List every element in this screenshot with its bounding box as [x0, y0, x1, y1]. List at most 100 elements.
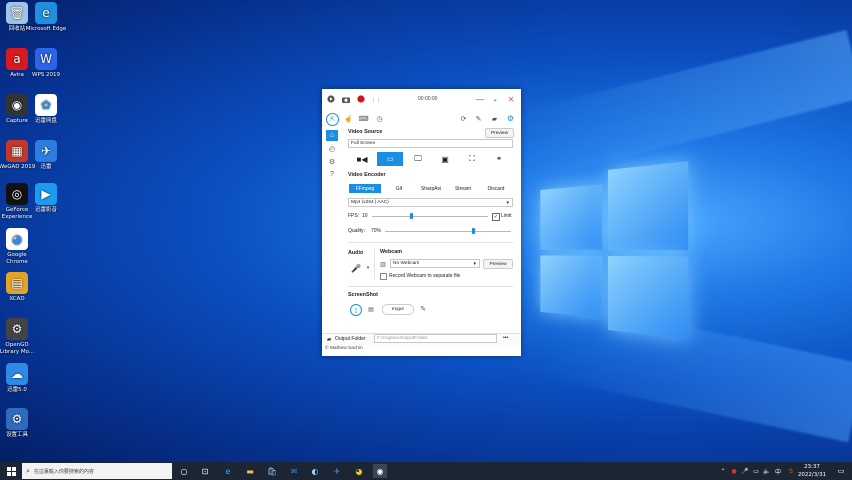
edge-taskbar-icon[interactable]: e — [221, 464, 235, 478]
timer-icon[interactable]: ◷ — [374, 113, 385, 124]
source-monitor-button[interactable]: 🖵 — [405, 152, 431, 166]
divider — [348, 286, 513, 287]
video-source-preview-button[interactable]: Preview — [485, 128, 514, 138]
quality-slider-thumb[interactable] — [472, 228, 475, 234]
tab-ffmpeg[interactable]: FFmpeg — [349, 184, 381, 193]
separate-file-label: Record Webcam to separate file — [389, 273, 460, 279]
tab-sharpavi[interactable]: SharpAvi — [416, 184, 446, 193]
history-icon[interactable]: ◴ — [326, 143, 338, 154]
desktop-icon[interactable]: ◕ Google Chrome — [0, 228, 38, 266]
source-webcam-button[interactable]: ■◀ — [349, 152, 375, 166]
folder-icon[interactable]: ▰ — [489, 113, 500, 124]
fps-label: FPS: — [348, 213, 359, 219]
refresh-icon[interactable]: ⟳ — [458, 113, 469, 124]
tab-discard[interactable]: Discard — [481, 184, 511, 193]
desktop-icon[interactable]: ✿ 迅雷网盘 — [25, 94, 67, 125]
output-folder-path[interactable]: F:\CaptureOutputFolder — [374, 334, 497, 343]
task-view-icon[interactable]: ○ — [177, 464, 191, 478]
desktop-icon-label: 迅雷影音 — [25, 207, 67, 214]
desktop-icon-label: XCAD — [0, 296, 38, 303]
imgur-button[interactable]: Imgur — [382, 304, 414, 315]
desktop-icon-label: WPS 2019 — [25, 72, 67, 79]
fps-slider[interactable] — [372, 216, 488, 217]
desktop-icon-label: 设置工具 — [0, 432, 38, 439]
mouse-pointer-icon[interactable]: ⇱ — [326, 113, 339, 126]
taskbar-search-box[interactable]: ⌕ 在這裏輸入你要搜索的內容 — [22, 463, 172, 479]
hand-icon[interactable]: ☝ — [343, 113, 354, 124]
ime-indicator[interactable]: 中 — [771, 464, 785, 478]
notification-icon[interactable]: ▭ — [834, 464, 848, 478]
webcam-title: Webcam — [380, 249, 402, 255]
start-windows-icon[interactable] — [4, 464, 18, 478]
store-icon[interactable]: 🛍 — [265, 464, 279, 478]
minimize-icon[interactable]: — — [475, 94, 485, 104]
capture-taskbar-icon[interactable]: ◉ — [373, 464, 387, 478]
video-source-field[interactable]: Full Screen — [348, 139, 513, 148]
webcam-preview-button[interactable]: Preview — [483, 259, 513, 269]
home-icon[interactable]: ⌂ — [326, 130, 338, 141]
chrome-icon: ◕ — [6, 228, 28, 250]
settings-icon[interactable]: ⚙ — [505, 113, 516, 124]
fps-slider-thumb[interactable] — [410, 213, 413, 219]
fps-value: 10 — [362, 213, 368, 219]
library-icon: ⚙ — [6, 318, 28, 340]
clock[interactable]: 23:37 2022/3/31 — [795, 463, 829, 479]
title-bar[interactable]: ❘❘ 00:00:00 — ⌄ ✕ — [322, 89, 521, 109]
microphone-icon[interactable]: 🎤 — [350, 262, 362, 274]
camera-icon[interactable] — [341, 94, 351, 104]
chrome-taskbar-icon[interactable]: ◕ — [352, 464, 366, 478]
desktop-icon[interactable]: W WPS 2019 — [25, 48, 67, 79]
clock-date: 2022/3/31 — [795, 471, 829, 479]
tab-stream[interactable]: Stream — [448, 184, 478, 193]
pause-icon[interactable]: ❘❘ — [371, 94, 381, 104]
source-window-button[interactable]: ▣ — [432, 152, 458, 166]
codec-select[interactable]: Mp4 (x264 | AAC) ▾ — [348, 198, 513, 207]
capture-window[interactable]: ❘❘ 00:00:00 — ⌄ ✕ ⇱ ☝ ⌨ ◷ ⟳ ✎ ▰ ⚙ ⌂ ◴ ⚙ … — [322, 89, 521, 356]
audio-title: Audio — [348, 250, 363, 256]
webcam-select[interactable]: No Webcam ▾ — [390, 259, 480, 268]
desktop-icon-label: Microsoft Edge — [25, 26, 67, 33]
desktop-icon[interactable]: ⚙ 设置工具 — [0, 408, 38, 439]
source-device-button[interactable]: ⚭ — [486, 152, 512, 166]
light-beam — [517, 30, 852, 180]
mail-icon[interactable]: ✉ — [287, 464, 301, 478]
settings-tool-icon: ⚙ — [6, 408, 28, 430]
file-explorer-icon[interactable]: ▬ — [243, 464, 257, 478]
output-folder-icon[interactable]: ▰ — [325, 335, 333, 343]
desktop-icon[interactable]: ⚙ OpenGD Library Mo... — [0, 318, 38, 356]
output-more-button[interactable]: ••• — [503, 335, 508, 341]
desktop-icon[interactable]: ▤ XCAD — [0, 272, 38, 303]
audio-divider — [374, 249, 375, 279]
desktop-icon[interactable]: ☁ 迅雷5.0 — [0, 363, 38, 394]
help-icon[interactable]: ? — [326, 169, 338, 180]
desktop-icon-label: 迅雷 — [25, 164, 67, 171]
limit-label: Limit — [501, 213, 512, 219]
quality-slider[interactable] — [385, 231, 511, 232]
source-fullscreen-button[interactable]: ▭ — [377, 152, 403, 166]
desktop-icon[interactable]: ✈ 迅雷 — [25, 140, 67, 171]
desktop-icon[interactable]: e Microsoft Edge — [25, 2, 67, 33]
pencil-icon[interactable]: ✎ — [473, 113, 484, 124]
desktop-icon[interactable]: ▶ 迅雷影音 — [25, 183, 67, 214]
audio-dropdown-icon[interactable]: ▾ — [365, 263, 371, 273]
thunder-taskbar-icon[interactable]: ◐ — [308, 464, 322, 478]
edit-pencil-icon[interactable]: ✎ — [418, 304, 428, 314]
gear-icon[interactable]: ⚙ — [326, 156, 338, 167]
webcam-icon: ▥ — [379, 260, 387, 268]
cloud-drive-icon: ✿ — [35, 94, 57, 116]
source-region-button[interactable]: ⛶ — [459, 152, 485, 166]
close-icon[interactable]: ✕ — [506, 94, 516, 104]
play-icon[interactable] — [326, 94, 336, 104]
widgets-icon[interactable]: ⊡ — [198, 464, 212, 478]
save-to-file-icon[interactable]: ▯ — [350, 304, 362, 316]
record-icon[interactable] — [356, 94, 366, 104]
xunlei-taskbar-icon[interactable]: ✈ — [330, 464, 344, 478]
thunder-icon: ✈ — [35, 140, 57, 162]
collapse-icon[interactable]: ⌄ — [490, 94, 500, 104]
separate-file-checkbox[interactable] — [380, 273, 387, 280]
keyboard-icon[interactable]: ⌨ — [358, 113, 369, 124]
chevron-down-icon: ▾ — [473, 261, 476, 267]
clipboard-icon[interactable]: ▤ — [366, 304, 376, 314]
tab-gif[interactable]: Gif — [384, 184, 414, 193]
limit-checkbox[interactable]: ✓ — [492, 213, 500, 221]
